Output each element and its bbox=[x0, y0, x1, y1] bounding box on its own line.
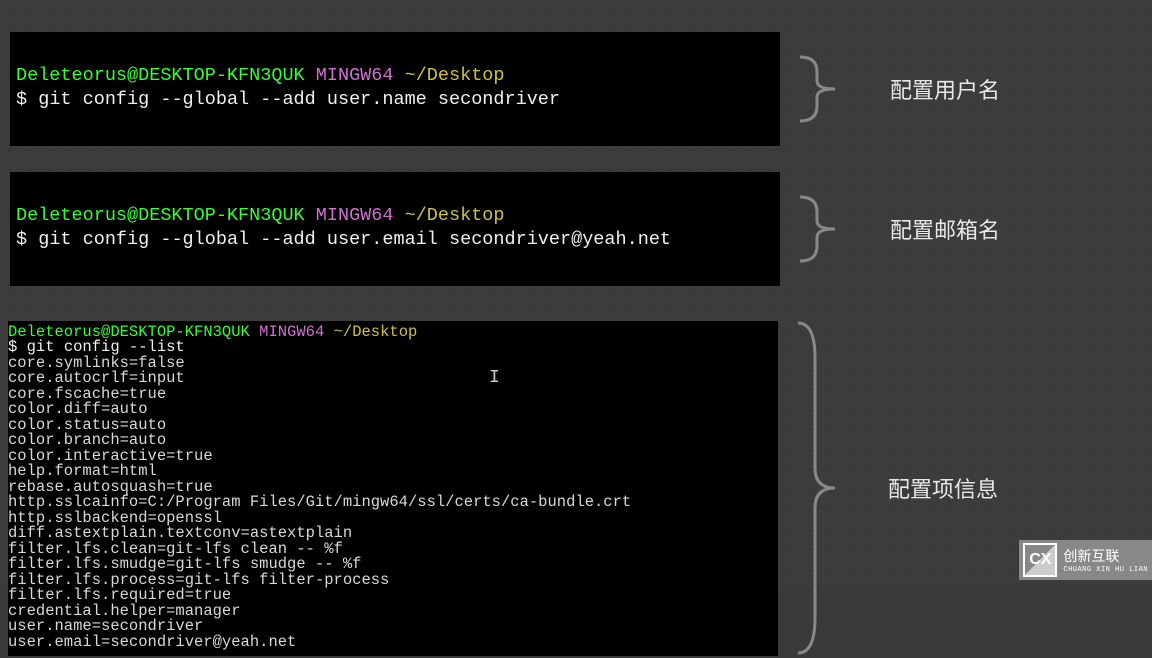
main-container: Deleteorus@DESKTOP-KFN3QUK MINGW64 ~/Des… bbox=[0, 0, 1152, 588]
terminal-email[interactable]: Deleteorus@DESKTOP-KFN3QUK MINGW64 ~/Des… bbox=[10, 172, 780, 286]
command-email: git config --global --add user.email sec… bbox=[38, 229, 671, 250]
label-info: 配置项信息 bbox=[888, 472, 998, 504]
terminal-username[interactable]: Deleteorus@DESKTOP-KFN3QUK MINGW64 ~/Des… bbox=[10, 32, 780, 146]
row-username: Deleteorus@DESKTOP-KFN3QUK MINGW64 ~/Des… bbox=[10, 32, 1152, 146]
prompt-user: Deleteorus@DESKTOP-KFN3QUK bbox=[16, 65, 305, 86]
label-username: 配置用户名 bbox=[890, 73, 1000, 105]
brace-info bbox=[788, 318, 848, 658]
brace-username bbox=[790, 54, 850, 124]
config-line: user.email=secondriver@yeah.net bbox=[8, 633, 296, 651]
row-info: Deleteorus@DESKTOP-KFN3QUK MINGW64 ~/Des… bbox=[10, 318, 1152, 658]
terminal-config-list[interactable]: Deleteorus@DESKTOP-KFN3QUK MINGW64 ~/Des… bbox=[8, 321, 778, 657]
prompt-path: ~/Desktop bbox=[405, 205, 505, 226]
brace-email bbox=[790, 194, 850, 264]
prompt-env: MINGW64 bbox=[316, 205, 394, 226]
watermark-pinyin: CHUANG XIN HU LIAN bbox=[1063, 566, 1148, 574]
prompt-path: ~/Desktop bbox=[334, 323, 418, 341]
prompt-symbol: $ bbox=[16, 229, 38, 250]
prompt-path: ~/Desktop bbox=[405, 65, 505, 86]
prompt-symbol: $ bbox=[16, 89, 38, 110]
command-username: git config --global --add user.name seco… bbox=[38, 89, 560, 110]
watermark-cn: 创新互联 bbox=[1063, 546, 1146, 566]
prompt-user: Deleteorus@DESKTOP-KFN3QUK bbox=[16, 205, 305, 226]
watermark: CX 创新互联 CHUANG XIN HU LIAN bbox=[1019, 540, 1152, 580]
label-email: 配置邮箱名 bbox=[890, 213, 1000, 245]
prompt-env: MINGW64 bbox=[259, 323, 324, 341]
row-email: Deleteorus@DESKTOP-KFN3QUK MINGW64 ~/Des… bbox=[10, 172, 1152, 286]
prompt-env: MINGW64 bbox=[316, 65, 394, 86]
watermark-logo-icon: CX bbox=[1023, 543, 1057, 577]
